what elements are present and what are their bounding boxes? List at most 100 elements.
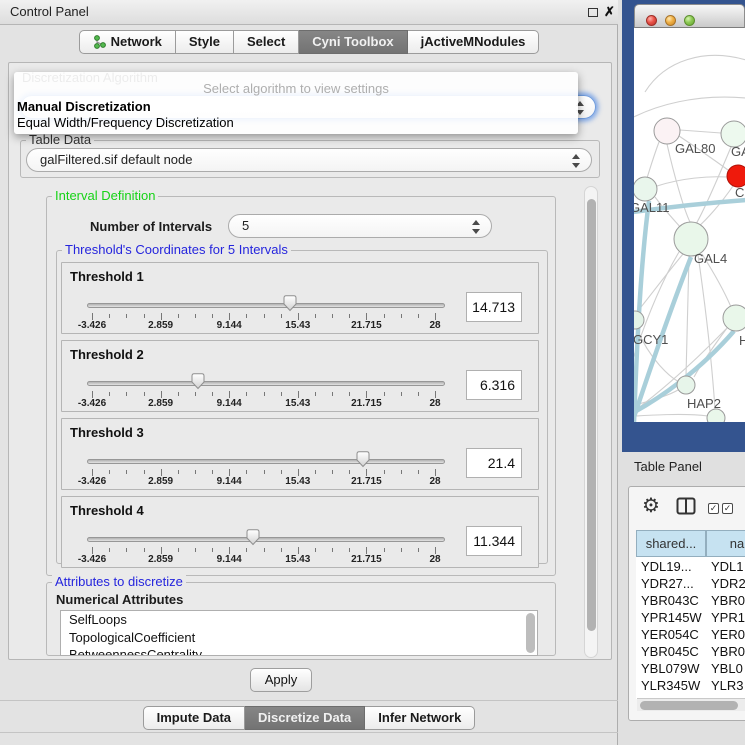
tick-mark [161, 313, 162, 320]
slider-thumb[interactable] [245, 528, 261, 549]
interval-definition-label: Interval Definition [52, 189, 158, 203]
checked-box-icon[interactable]: ✓ [708, 503, 719, 514]
table-row[interactable]: YPR145WYPR1 [636, 609, 745, 626]
tab-network[interactable]: Network [79, 30, 176, 54]
tick-label: 15.43 [276, 554, 320, 565]
edge[interactable] [647, 142, 659, 178]
threshold-value-field[interactable]: 11.344 [466, 526, 522, 556]
table-row[interactable]: YER054CYER0 [636, 626, 745, 643]
table-horizontal-scrollbar[interactable] [637, 698, 745, 711]
tab-style[interactable]: Style [176, 30, 234, 54]
column-header-shared-name[interactable]: shared... [636, 530, 706, 557]
panel-scrollbar-thumb[interactable] [587, 199, 596, 631]
node-H[interactable] [723, 305, 745, 331]
table-data-group-label: Table Data [26, 133, 94, 147]
attribute-item[interactable]: SelfLoops [61, 611, 537, 629]
number-of-intervals-combobox[interactable]: 5 [228, 214, 492, 238]
edge[interactable] [634, 414, 708, 417]
table-row[interactable]: YBR045CYBR0 [636, 643, 745, 660]
table-row[interactable]: YBL079WYBL0 [636, 660, 745, 677]
zoom-traffic-light-icon[interactable] [684, 15, 695, 26]
edge[interactable] [634, 97, 745, 125]
minimize-traffic-light-icon[interactable] [665, 15, 676, 26]
tab-cyni-toolbox[interactable]: Cyni Toolbox [299, 30, 407, 54]
threshold-value-field[interactable]: 6.316 [466, 370, 522, 400]
node-label: GAL80 [675, 141, 715, 156]
close-traffic-light-icon[interactable] [646, 15, 657, 26]
network-graph: GAL80GACGAL11GAL4GCY1HHAP2 [634, 28, 745, 422]
tick-label: 21.715 [344, 398, 388, 409]
slider-track[interactable] [87, 537, 445, 542]
list-scrollbar-thumb[interactable] [526, 613, 535, 653]
checked-box-icon[interactable]: ✓ [722, 503, 733, 514]
tick-mark [384, 392, 385, 396]
algorithm-dropdown-popup: Select algorithm to view settings Manual… [14, 72, 578, 134]
threshold-label: Threshold 2 [70, 347, 144, 362]
split-columns-icon[interactable] [676, 497, 696, 515]
table-row[interactable]: YLR345WYLR3 [636, 677, 745, 694]
node-GCY1[interactable] [634, 311, 644, 329]
tick-mark [281, 392, 282, 396]
apply-button[interactable]: Apply [250, 668, 312, 692]
slider-track[interactable] [87, 381, 445, 386]
table-scrollbar-thumb[interactable] [640, 701, 738, 710]
edge[interactable] [645, 55, 745, 92]
numerical-attributes-list[interactable]: SelfLoopsTopologicalCoefficientBetweenne… [60, 610, 538, 656]
tick-mark [281, 470, 282, 474]
tab-impute-data[interactable]: Impute Data [143, 706, 245, 730]
top-tab-bar: NetworkStyleSelectCyni ToolboxjActiveMNo… [0, 30, 618, 54]
tab-infer-network[interactable]: Infer Network [365, 706, 475, 730]
tick-mark [126, 548, 127, 552]
panel-scrollbar[interactable] [584, 186, 598, 658]
slider-thumb[interactable] [355, 450, 371, 471]
close-icon[interactable]: ✗ [604, 4, 615, 20]
tab-select[interactable]: Select [234, 30, 299, 54]
tick-mark [212, 470, 213, 474]
table-data-combobox[interactable]: galFiltered.sif default node [26, 148, 592, 172]
node-C[interactable] [727, 165, 745, 187]
network-canvas[interactable]: GAL80GACGAL11GAL4GCY1HHAP2 [634, 28, 745, 422]
attribute-item[interactable]: TopologicalCoefficient [61, 629, 537, 647]
edge[interactable] [696, 147, 731, 224]
edge[interactable] [698, 186, 733, 227]
tick-label: 15.43 [276, 476, 320, 487]
edge[interactable] [698, 255, 715, 409]
tick-mark [144, 548, 145, 552]
tick-mark [178, 470, 179, 474]
table-row[interactable]: YDL19...YDL1 [636, 558, 745, 575]
float-window-icon[interactable] [588, 8, 598, 17]
slider-thumb[interactable] [282, 294, 298, 315]
table-row[interactable]: YBR043CYBR0 [636, 592, 745, 609]
node-GAL11[interactable] [634, 177, 657, 201]
popup-item-1[interactable]: Manual Discretization [17, 99, 151, 114]
tick-mark [161, 469, 162, 476]
tick-mark [246, 470, 247, 474]
screenshot-root: { "control_panel": { "title": "Control P… [0, 0, 745, 745]
tab-jactivemnodules[interactable]: jActiveMNodules [408, 30, 540, 54]
tick-label: 2.859 [139, 398, 183, 409]
settings-gear-icon[interactable]: ⚙ [642, 493, 660, 518]
tick-mark [161, 547, 162, 554]
table-data-value: galFiltered.sif default node [40, 152, 192, 167]
threshold-value-field[interactable]: 14.713 [466, 292, 522, 322]
number-of-intervals-label: Number of Intervals [90, 219, 212, 234]
tab-discretize-data[interactable]: Discretize Data [245, 706, 365, 730]
column-header-name[interactable]: na [706, 530, 745, 557]
tick-mark [126, 470, 127, 474]
table-row[interactable]: YDR27...YDR2 [636, 575, 745, 592]
popup-item-2[interactable]: Equal Width/Frequency Discretization [17, 115, 234, 130]
slider-track[interactable] [87, 459, 445, 464]
tick-mark [109, 314, 110, 318]
edge[interactable] [680, 130, 721, 133]
attribute-item[interactable]: BetweennessCentrality [61, 646, 537, 656]
slider-thumb[interactable] [190, 372, 206, 393]
slider-track[interactable] [87, 303, 445, 308]
control-panel: Control Panel ✗ NetworkStyleSelectCyni T… [0, 0, 618, 745]
node-HAP2[interactable] [677, 376, 695, 394]
node-unlabeled[interactable] [707, 409, 725, 422]
threshold-value-field[interactable]: 21.4 [466, 448, 522, 478]
node-attribute-table[interactable]: shared... na YDL19...YDL1YDR27...YDR2YBR… [636, 530, 745, 699]
tick-mark [178, 392, 179, 396]
tick-mark [144, 392, 145, 396]
tick-mark [178, 314, 179, 318]
